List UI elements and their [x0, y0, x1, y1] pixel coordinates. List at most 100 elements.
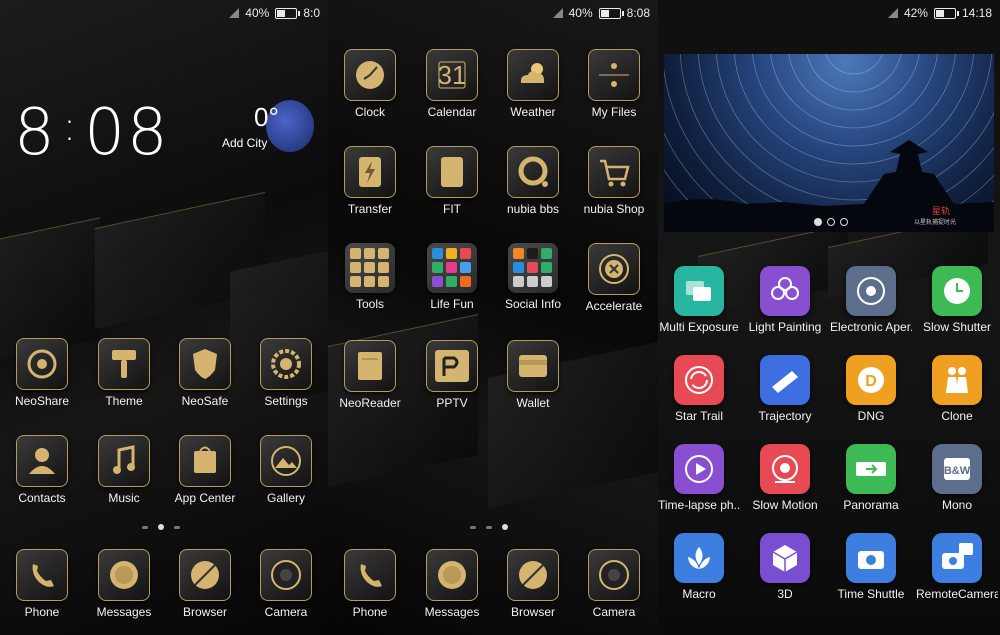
app-remotecamera[interactable]: RemoteCamera: [916, 533, 998, 601]
status-time: 14:18: [961, 6, 992, 20]
clock-hour: 8: [14, 96, 57, 170]
app-label: nubia Shop: [583, 202, 645, 216]
calendar-icon: 31: [426, 49, 478, 101]
star-trail-image: 星轨 以星轨捕捉时光: [664, 54, 994, 232]
app-star-trail[interactable]: Star Trail: [658, 355, 740, 423]
trajectory-icon: [760, 355, 810, 405]
app-my-files[interactable]: My Files: [573, 49, 655, 119]
app-settings[interactable]: Settings: [245, 338, 327, 408]
folder-app-thumbnail: [446, 248, 457, 259]
app-phone[interactable]: Phone: [329, 549, 411, 619]
app-label: App Center: [174, 491, 236, 505]
app-time-shuttle[interactable]: Time Shuttle: [830, 533, 912, 601]
folder-app-thumbnail: [378, 262, 389, 273]
shield-icon-glyph: [193, 349, 217, 379]
app-music[interactable]: Music: [83, 435, 165, 505]
app-electronic-aper[interactable]: Electronic Aper..: [830, 266, 912, 334]
dock-label: Messages: [424, 605, 480, 619]
app-phone[interactable]: Phone: [1, 549, 83, 619]
app-messages[interactable]: Messages: [83, 549, 165, 619]
app-messages[interactable]: Messages: [411, 549, 493, 619]
dock-label: Browser: [182, 605, 227, 619]
app-panorama[interactable]: Panorama: [830, 444, 912, 512]
bbs-icon: [507, 146, 559, 198]
star-trail-banner[interactable]: 星轨 以星轨捕捉时光: [664, 54, 994, 232]
gear-icon-glyph: [271, 349, 301, 379]
app-social-info[interactable]: Social Info: [492, 243, 574, 311]
star-trail-icon: [674, 355, 724, 405]
app-app-center[interactable]: App Center: [164, 435, 246, 505]
app-label: Transfer: [347, 202, 393, 216]
pptv-icon-glyph: [435, 350, 469, 382]
app-nubia-shop[interactable]: nubia Shop: [573, 146, 655, 216]
signal-icon: [552, 8, 563, 18]
app-clock[interactable]: Clock: [329, 49, 411, 119]
app-accelerate[interactable]: Accelerate: [573, 243, 655, 313]
app-slow-shutter[interactable]: Slow Shutter: [916, 266, 998, 334]
app-time-lapse-ph[interactable]: Time-lapse ph..: [658, 444, 740, 512]
time-shuttle-icon-glyph: [858, 551, 884, 569]
app-label: Clock: [354, 105, 385, 119]
app-light-painting[interactable]: Light Painting: [744, 266, 826, 334]
app-slow-motion[interactable]: Slow Motion: [744, 444, 826, 512]
mode-label: DNG: [857, 409, 885, 423]
folder-app-thumbnail: [364, 248, 375, 259]
app-wallet[interactable]: Wallet: [492, 340, 574, 410]
mode-label: Time Shuttle: [837, 587, 905, 601]
battery-icon: [598, 7, 624, 19]
app-neoreader[interactable]: NeoReader: [329, 340, 411, 410]
app-browser[interactable]: Browser: [164, 549, 246, 619]
app-clone[interactable]: Clone: [916, 355, 998, 423]
app-multi-exposure[interactable]: Multi Exposure: [658, 266, 740, 334]
app-life-fun[interactable]: Life Fun: [411, 243, 493, 311]
battery-icon: [275, 7, 301, 19]
app-neosafe[interactable]: NeoSafe: [164, 338, 246, 408]
app-camera[interactable]: Camera: [245, 549, 327, 619]
phone-icon: [344, 549, 396, 601]
time-shuttle-icon: [846, 533, 896, 583]
app-contacts[interactable]: Contacts: [1, 435, 83, 505]
app-macro[interactable]: Macro: [658, 533, 740, 601]
files-icon-glyph: [599, 63, 629, 87]
app-3d[interactable]: 3D: [744, 533, 826, 601]
app-camera[interactable]: Camera: [573, 549, 655, 619]
book-icon: [344, 340, 396, 392]
app-theme[interactable]: Theme: [83, 338, 165, 408]
app-pptv[interactable]: PPTV: [411, 340, 493, 410]
app-tools[interactable]: Tools: [329, 243, 411, 311]
folder-app-thumbnail: [432, 276, 443, 287]
folder-app-thumbnail: [460, 262, 471, 273]
folder-app-thumbnail: [460, 248, 471, 259]
app-nubia-bbs[interactable]: nubia bbs: [492, 146, 574, 216]
folder-app-thumbnail: [364, 276, 375, 287]
home-screen-2: 40% 8:08 Clock 31 Calendar Weather My Files T…: [328, 0, 658, 635]
app-browser[interactable]: Browser: [492, 549, 574, 619]
folder-app-thumbnail: [446, 262, 457, 273]
app-weather[interactable]: Weather: [492, 49, 574, 119]
clock-widget[interactable]: 8:08: [14, 96, 170, 170]
app-neoshare[interactable]: NeoShare: [1, 338, 83, 408]
app-dng[interactable]: D DNG: [830, 355, 912, 423]
camera-lens-icon-glyph: [599, 560, 629, 590]
status-bar: 40% 8:08: [552, 0, 658, 26]
dng-icon-glyph: D: [858, 367, 884, 393]
app-gallery[interactable]: Gallery: [245, 435, 327, 505]
app-calendar[interactable]: 31 Calendar: [411, 49, 493, 119]
app-label: Accelerate: [585, 299, 643, 313]
folder-app-thumbnail: [513, 248, 524, 259]
compass-icon-glyph: [519, 561, 547, 589]
app-transfer[interactable]: Transfer: [329, 146, 411, 216]
mode-label: Slow Motion: [752, 498, 818, 512]
panorama-icon: [846, 444, 896, 494]
status-bar: 40% 8:0: [229, 0, 328, 26]
mode-label: Mono: [941, 498, 973, 512]
slow-motion-icon-glyph: [772, 455, 798, 483]
dock-label: Camera: [264, 605, 308, 619]
app-label: Settings: [264, 394, 308, 408]
app-label: NeoReader: [339, 396, 401, 410]
app-trajectory[interactable]: Trajectory: [744, 355, 826, 423]
app-mono[interactable]: B&W Mono: [916, 444, 998, 512]
timer-icon-glyph: [944, 278, 970, 304]
app-fit[interactable]: FIT: [411, 146, 493, 216]
weather-temp: 0°: [254, 102, 279, 132]
